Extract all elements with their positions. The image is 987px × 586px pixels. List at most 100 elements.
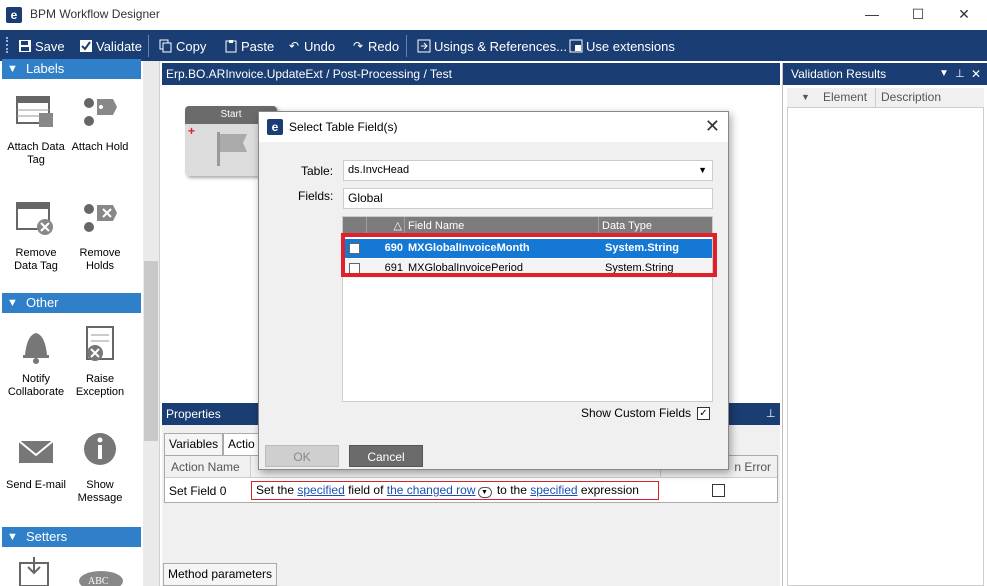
remove-data-tag-icon <box>16 202 53 235</box>
fields-search-input[interactable]: Global <box>343 188 713 209</box>
pin-icon[interactable]: ⊥ <box>766 403 776 425</box>
data-tag-icon <box>16 96 53 127</box>
title-bar: e BPM Workflow Designer — ☐ ✕ <box>0 0 987 30</box>
tab-method-parameters[interactable]: Method parameters <box>163 563 278 586</box>
cancel-button[interactable]: Cancel <box>349 445 423 467</box>
validation-results-panel: Validation Results ▼ ⊥ ✕ ▼ Element Descr… <box>782 63 987 586</box>
redo-label: Redo <box>368 38 400 54</box>
email-icon <box>18 440 54 463</box>
flag-icon <box>217 132 247 166</box>
breadcrumb: Erp.BO.ARInvoice.UpdateExt / Post-Proces… <box>162 63 780 85</box>
palette-item-show-message[interactable]: Show Message <box>67 431 133 505</box>
save-button[interactable]: Save <box>18 37 65 55</box>
chevron-down-icon: ▼ <box>7 63 18 75</box>
column-description[interactable]: Description <box>881 90 941 104</box>
column-divider <box>875 88 876 108</box>
show-custom-fields-label: Show Custom Fields <box>580 406 691 420</box>
palette-group-label: Labels <box>26 61 65 76</box>
properties-title: Properties <box>166 407 221 421</box>
references-icon <box>417 39 431 53</box>
redo-button[interactable]: ↷ Redo <box>351 37 399 55</box>
action-expression[interactable]: Set the specified field of the changed r… <box>251 481 659 500</box>
palette-group-other[interactable]: ▼ Other <box>2 293 141 313</box>
specified-expression-link[interactable]: specified <box>530 483 577 497</box>
copy-button[interactable]: Copy <box>159 37 206 55</box>
column-action-name[interactable]: Action Name <box>165 456 251 478</box>
dropdown-arrow-icon[interactable]: ▼ <box>939 63 949 85</box>
dropdown-circle-icon[interactable]: ▼ <box>477 487 492 498</box>
close-button[interactable]: ✕ <box>941 3 987 27</box>
table-select-value: ds.InvcHead <box>348 164 410 176</box>
app-logo-icon: e <box>6 7 22 23</box>
palette-item-label: Show Message <box>77 479 123 504</box>
undo-button[interactable]: ↶ Undo <box>287 37 335 55</box>
exception-icon <box>86 326 114 361</box>
palette-item-remove-holds[interactable]: Remove Holds <box>67 199 133 273</box>
dialog-close-icon[interactable]: ✕ <box>705 116 720 137</box>
toolbar-separator <box>148 35 149 57</box>
remove-holds-icon <box>84 204 117 232</box>
set-field-icon <box>19 557 49 586</box>
changed-row-link[interactable]: the changed row <box>387 483 476 497</box>
palette-item-send-email[interactable]: Send E-mail <box>3 431 69 492</box>
extensions-icon <box>569 39 583 53</box>
dialog-title-bar: e Select Table Field(s) ✕ <box>259 112 728 142</box>
chevron-down-icon: ▼ <box>7 531 18 543</box>
bell-icon <box>23 333 49 364</box>
ok-button[interactable]: OK <box>265 445 339 467</box>
table-select[interactable]: ds.InvcHead ▼ <box>343 160 713 181</box>
column-element[interactable]: Element <box>823 90 867 104</box>
palette-item-notify-collaborate[interactable]: Notify Collaborate <box>3 325 69 399</box>
palette-group-label: Setters <box>26 529 68 544</box>
specified-field-link[interactable]: specified <box>297 483 344 497</box>
minimize-button[interactable]: — <box>849 3 895 27</box>
validate-label: Validate <box>96 38 143 54</box>
palette-item-remove-data-tag[interactable]: Remove Data Tag <box>3 199 69 273</box>
dialog-title: Select Table Field(s) <box>289 120 398 134</box>
expression-text: to the <box>493 483 531 497</box>
use-extensions-label: Use extensions <box>586 38 675 54</box>
palette-item-attach-hold[interactable]: Attach Hold <box>67 93 133 154</box>
tab-actions[interactable]: Actio <box>223 433 260 455</box>
info-message-icon <box>84 433 116 465</box>
activity-palette: ▼ Labels Attach Data Tag Attach Hold Rem… <box>0 59 160 586</box>
palette-item-label: Raise Exception <box>75 373 125 398</box>
toolbar-grip[interactable] <box>6 37 9 53</box>
select-table-fields-dialog: e Select Table Field(s) ✕ Table: ds.Invc… <box>258 111 729 470</box>
svg-text:ABC: ABC <box>88 576 109 586</box>
pin-icon[interactable]: ⊥ <box>955 63 965 85</box>
palette-item-label: Remove Holds <box>79 247 121 272</box>
action-name-cell[interactable]: Set Field 0 <box>165 480 251 502</box>
maximize-button[interactable]: ☐ <box>895 3 941 27</box>
palette-scrollbar[interactable] <box>143 61 159 586</box>
use-extensions-button[interactable]: Use extensions <box>569 37 675 55</box>
highlight-annotation <box>341 233 717 277</box>
on-error-checkbox[interactable] <box>712 484 725 497</box>
validate-button[interactable]: Validate <box>79 37 142 55</box>
palette-item-attach-data-tag[interactable]: Attach Data Tag <box>3 93 69 167</box>
palette-item-label: Remove Data Tag <box>14 247 58 272</box>
usings-references-button[interactable]: Usings & References... <box>417 37 567 55</box>
filter-arrow-icon[interactable]: ▼ <box>801 92 810 102</box>
save-label: Save <box>35 38 65 54</box>
palette-item-label: Notify Collaborate <box>7 373 65 398</box>
toolbar: Save Validate Copy Paste ↶ Undo ↷ Redo U… <box>0 30 987 61</box>
fields-label: Fields: <box>298 189 334 203</box>
chevron-down-icon[interactable]: ▼ <box>698 161 707 180</box>
undo-label: Undo <box>304 38 336 54</box>
show-custom-fields-checkbox[interactable]: ✓ <box>697 406 710 420</box>
palette-item-raise-exception[interactable]: Raise Exception <box>67 325 133 399</box>
paste-icon <box>225 40 237 53</box>
close-panel-icon[interactable]: ✕ <box>971 63 981 85</box>
app-logo-icon: e <box>267 119 283 135</box>
palette-group-labels[interactable]: ▼ Labels <box>2 59 141 79</box>
palette-group-setters[interactable]: ▼ Setters <box>2 527 141 547</box>
undo-icon: ↶ <box>288 39 300 53</box>
toolbar-separator <box>406 35 407 57</box>
validation-results-header: Validation Results ▼ ⊥ ✕ <box>783 63 987 85</box>
palette-scrollbar-thumb[interactable] <box>144 261 158 441</box>
show-custom-fields[interactable]: Show Custom Fields ✓ <box>581 406 710 420</box>
paste-button[interactable]: Paste <box>224 37 274 55</box>
copy-label: Copy <box>176 38 207 54</box>
tab-variables[interactable]: Variables <box>164 433 224 455</box>
